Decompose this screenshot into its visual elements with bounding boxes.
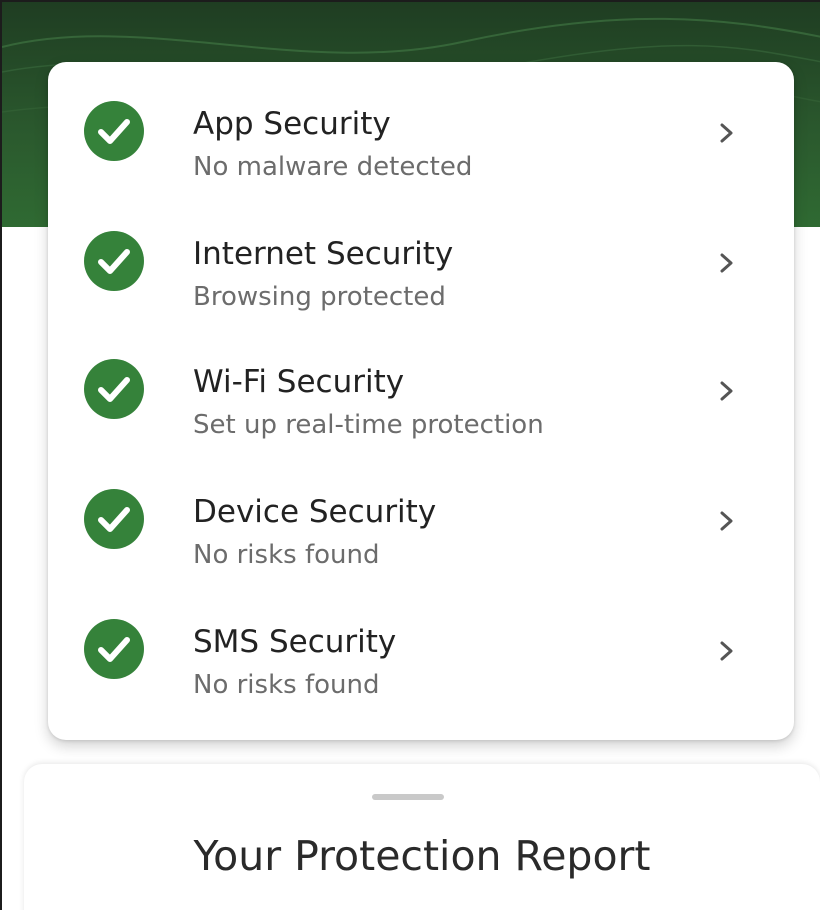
check-circle-icon [84,101,144,161]
chevron-right-icon [720,123,733,143]
sms-security-row[interactable]: SMS Security No risks found [48,580,794,708]
chevron-right-icon [720,641,733,661]
row-status: Browsing protected [193,282,446,312]
row-status: No risks found [193,540,380,570]
row-status: No risks found [193,670,380,700]
row-status: No malware detected [193,152,473,182]
check-circle-icon [84,359,144,419]
chevron-right-icon [720,381,733,401]
check-circle-icon [84,489,144,549]
app-security-row[interactable]: App Security No malware detected [48,62,794,190]
report-title: Your Protection Report [193,832,651,880]
check-circle-icon [84,619,144,679]
protection-report-sheet[interactable]: Your Protection Report [24,764,820,910]
row-status: Set up real-time protection [193,410,544,440]
row-title: Wi-Fi Security [193,364,405,400]
wifi-security-row[interactable]: Wi-Fi Security Set up real-time protecti… [48,320,794,448]
check-circle-icon [84,231,144,291]
row-title: Device Security [193,494,437,530]
drag-handle[interactable] [372,794,444,800]
device-security-row[interactable]: Device Security No risks found [48,450,794,578]
row-title: SMS Security [193,624,397,660]
internet-security-row[interactable]: Internet Security Browsing protected [48,192,794,320]
chevron-right-icon [720,511,733,531]
row-title: App Security [193,106,391,142]
row-title: Internet Security [193,236,454,272]
chevron-right-icon [720,253,733,273]
security-status-card: App Security No malware detected Interne… [48,62,794,740]
app-screen: App Security No malware detected Interne… [0,0,820,910]
